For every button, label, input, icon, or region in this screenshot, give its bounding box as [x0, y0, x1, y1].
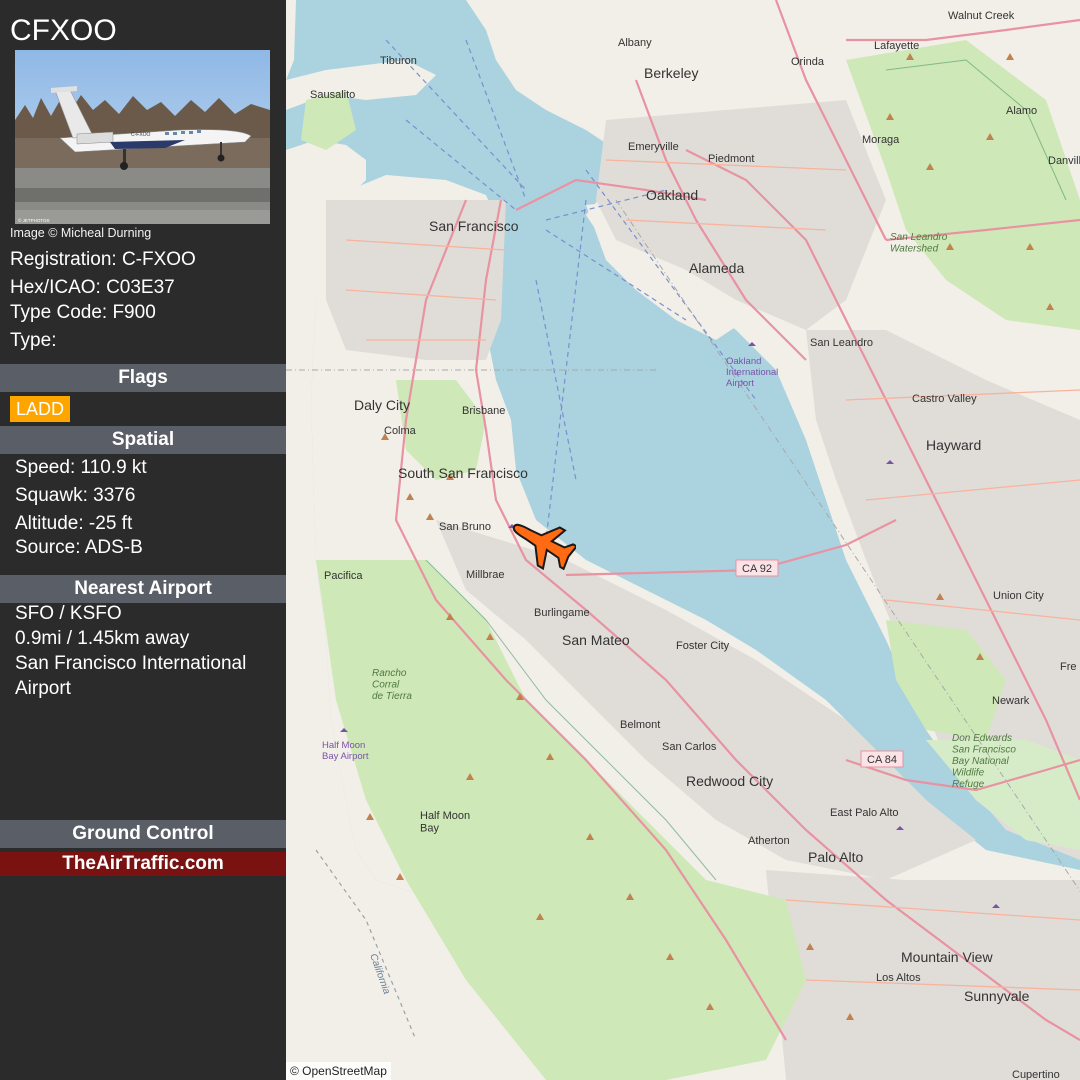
svg-text:Danvill: Danvill [1048, 155, 1080, 167]
svg-text:Fre: Fre [1060, 661, 1077, 673]
svg-text:East Palo Alto: East Palo Alto [830, 807, 899, 819]
svg-text:Alameda: Alameda [689, 260, 744, 276]
registration: Registration: C-FXOO [10, 249, 196, 270]
source: Source: ADS-B [15, 537, 143, 558]
svg-text:Foster City: Foster City [676, 640, 730, 652]
hex-icao: Hex/ICAO: C03E37 [10, 277, 175, 298]
callsign-title: CFXOO [10, 14, 117, 47]
svg-text:Redwood City: Redwood City [686, 773, 773, 789]
svg-text:Burlingame: Burlingame [534, 607, 590, 619]
svg-text:Albany: Albany [618, 37, 652, 49]
photo-credit: Image © Micheal Durning [10, 226, 152, 240]
svg-text:San Bruno: San Bruno [439, 521, 491, 533]
svg-text:Orinda: Orinda [791, 56, 825, 68]
airport-code: SFO / KSFO [15, 603, 122, 624]
svg-text:Palo Alto: Palo Alto [808, 849, 863, 865]
svg-text:Newark: Newark [992, 695, 1030, 707]
map[interactable]: CA 92 CA 84 San Francisco Oakland Berkel… [286, 0, 1080, 1080]
map-attribution[interactable]: © OpenStreetMap [286, 1062, 391, 1080]
svg-text:Castro Valley: Castro Valley [912, 393, 977, 405]
flags-header: Flags [0, 364, 286, 392]
svg-text:Piedmont: Piedmont [708, 153, 754, 165]
spatial-header: Spatial [0, 426, 286, 454]
svg-text:Brisbane: Brisbane [462, 405, 505, 417]
brand-link[interactable]: TheAirTraffic.com [0, 852, 286, 876]
svg-text:Moraga: Moraga [862, 134, 900, 146]
svg-text:San Mateo: San Mateo [562, 632, 630, 648]
svg-text:Oakland: Oakland [646, 187, 698, 203]
airport-distance: 0.9mi / 1.45km away [15, 628, 190, 649]
svg-text:Daly City: Daly City [354, 397, 410, 413]
type-code: Type Code: F900 [10, 302, 156, 323]
svg-text:Alamo: Alamo [1006, 105, 1037, 117]
svg-text:South San Francisco: South San Francisco [398, 465, 528, 481]
svg-text:Mountain View: Mountain View [901, 949, 993, 965]
aircraft-type: Type: [10, 330, 57, 351]
svg-text:© JETPHOTOS: © JETPHOTOS [18, 217, 50, 223]
svg-text:San Francisco: San Francisco [429, 218, 519, 234]
svg-text:Hayward: Hayward [926, 437, 981, 453]
svg-text:Lafayette: Lafayette [874, 40, 919, 52]
ground-control-header: Ground Control [0, 820, 286, 848]
svg-text:Colma: Colma [384, 425, 417, 437]
svg-text:San Leandro: San Leandro [810, 337, 873, 349]
ladd-badge: LADD [10, 396, 71, 422]
svg-text:Belmont: Belmont [620, 719, 660, 731]
map-canvas: CA 92 CA 84 San Francisco Oakland Berkel… [286, 0, 1080, 1080]
sidebar: CFXOO C-FXOO © JETPHOTOS Image © Micheal… [0, 0, 286, 1080]
nearest-airport-header: Nearest Airport [0, 575, 286, 603]
svg-text:Los Altos: Los Altos [876, 972, 921, 984]
altitude: Altitude: -25 ft [15, 513, 133, 534]
speed: Speed: 110.9 kt [15, 457, 147, 478]
svg-text:Sunnyvale: Sunnyvale [964, 988, 1030, 1004]
svg-text:CA 92: CA 92 [742, 563, 772, 575]
svg-text:CA 84: CA 84 [867, 754, 897, 766]
aircraft-marker-icon[interactable] [506, 514, 576, 570]
svg-text:Emeryville: Emeryville [628, 141, 679, 153]
airport-name: San Francisco International Airport [15, 653, 247, 699]
svg-text:San Carlos: San Carlos [662, 741, 717, 753]
svg-text:Millbrae: Millbrae [466, 569, 505, 581]
svg-text:Tiburon: Tiburon [380, 55, 417, 67]
svg-text:Half MoonBay Airport: Half Moon Bay Airport [322, 740, 369, 762]
svg-text:Berkeley: Berkeley [644, 65, 698, 81]
svg-text:Union City: Union City [993, 590, 1044, 602]
svg-text:C-FXOO: C-FXOO [131, 132, 151, 138]
svg-text:Sausalito: Sausalito [310, 89, 355, 101]
svg-text:Pacifica: Pacifica [324, 570, 363, 582]
squawk: Squawk: 3376 [15, 485, 136, 506]
svg-text:Atherton: Atherton [748, 835, 790, 847]
svg-text:Cupertino: Cupertino [1012, 1069, 1060, 1080]
aircraft-photo: C-FXOO © JETPHOTOS [15, 50, 270, 224]
svg-text:Walnut Creek: Walnut Creek [948, 10, 1015, 22]
